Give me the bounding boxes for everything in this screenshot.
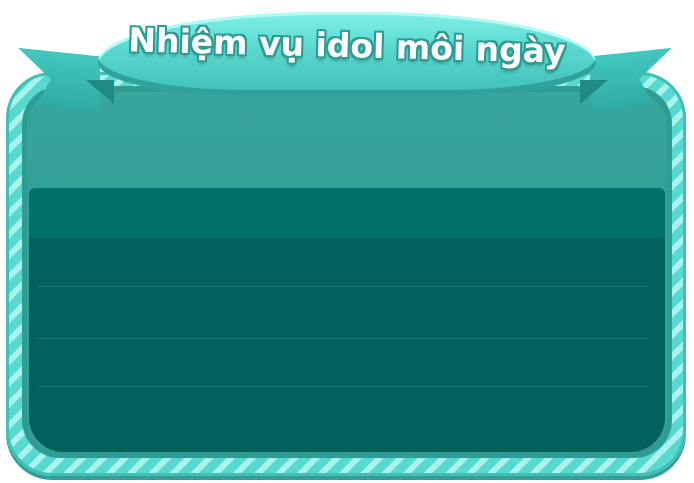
panel-top-band (27, 92, 667, 188)
task-list (29, 188, 665, 452)
list-divider (37, 286, 649, 287)
task-list-header-row (29, 188, 665, 238)
list-divider (37, 338, 649, 339)
dialog-panel (27, 92, 667, 452)
daily-idol-task-dialog: Nhiệm vụ idol môi ngày (0, 0, 694, 483)
list-divider (37, 386, 649, 387)
